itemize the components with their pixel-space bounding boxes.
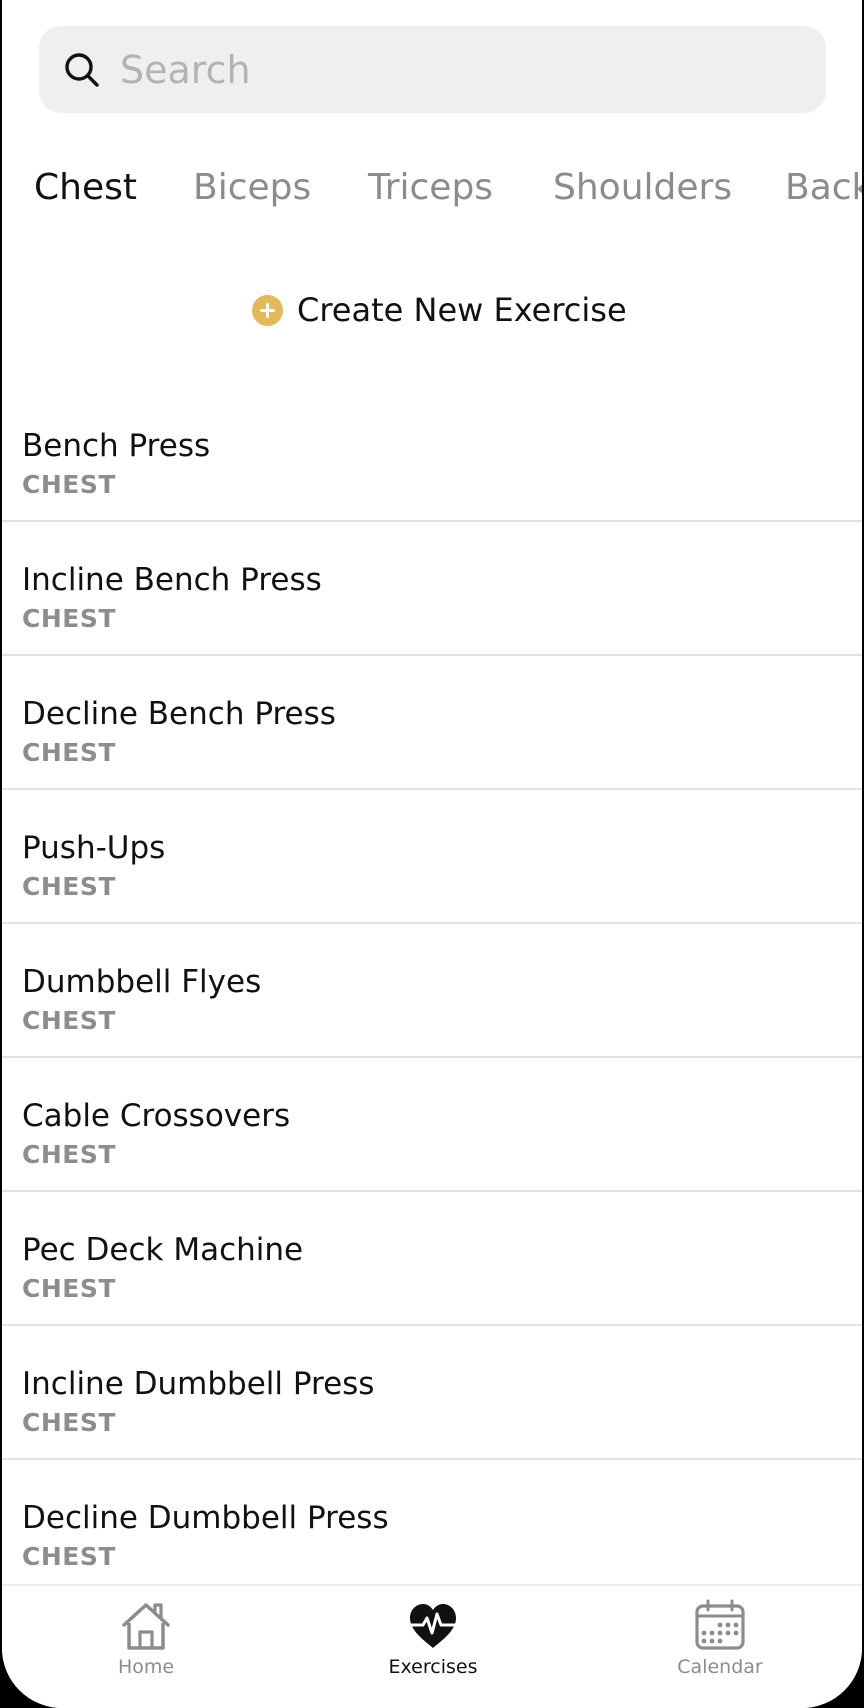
list-item[interactable]: Decline Dumbbell Press CHEST — [2, 1460, 862, 1594]
list-item[interactable]: Incline Bench Press CHEST — [2, 522, 862, 656]
exercise-category: CHEST — [22, 1006, 116, 1035]
tab-back[interactable]: Back — [785, 160, 862, 216]
exercise-list: Bench Press CHEST Incline Bench Press CH… — [2, 388, 862, 1594]
bottom-tab-bar: Home Exercises Calendar — [2, 1584, 862, 1708]
exercise-category: CHEST — [22, 1274, 116, 1303]
list-item[interactable]: Incline Dumbbell Press CHEST — [2, 1326, 862, 1460]
exercise-name: Decline Dumbbell Press — [22, 1500, 389, 1536]
exercise-category: CHEST — [22, 738, 116, 767]
exercise-name: Decline Bench Press — [22, 696, 336, 732]
nav-calendar-label: Calendar — [677, 1656, 763, 1678]
create-new-exercise-button[interactable]: Create New Exercise — [252, 286, 627, 334]
exercise-category: CHEST — [22, 1542, 116, 1571]
search-bar[interactable] — [39, 26, 826, 113]
home-icon — [122, 1603, 170, 1650]
tab-triceps[interactable]: Triceps — [368, 160, 493, 216]
nav-home[interactable]: Home — [76, 1598, 216, 1678]
list-item[interactable]: Push-Ups CHEST — [2, 790, 862, 924]
app-screen: Chest Biceps Triceps Shoulders Back Crea… — [2, 0, 862, 1708]
list-item[interactable]: Pec Deck Machine CHEST — [2, 1192, 862, 1326]
tab-chest[interactable]: Chest — [34, 160, 137, 216]
plus-circle-icon — [252, 294, 283, 326]
heart-pulse-icon — [406, 1604, 460, 1648]
category-tabs: Chest Biceps Triceps Shoulders Back — [2, 160, 862, 216]
exercise-name: Incline Bench Press — [22, 562, 322, 598]
exercise-name: Pec Deck Machine — [22, 1232, 304, 1268]
tab-biceps[interactable]: Biceps — [193, 160, 311, 216]
nav-exercises-label: Exercises — [388, 1656, 478, 1678]
exercise-category: CHEST — [22, 1140, 116, 1169]
exercise-category: CHEST — [22, 470, 116, 499]
nav-exercises[interactable]: Exercises — [363, 1598, 503, 1678]
exercise-category: CHEST — [22, 872, 116, 901]
list-item[interactable]: Dumbbell Flyes CHEST — [2, 924, 862, 1058]
exercise-name: Incline Dumbbell Press — [22, 1366, 375, 1402]
tab-shoulders[interactable]: Shoulders — [553, 160, 732, 216]
exercise-name: Dumbbell Flyes — [22, 964, 262, 1000]
exercise-name: Cable Crossovers — [22, 1098, 291, 1134]
exercise-category: CHEST — [22, 1408, 116, 1437]
search-input[interactable] — [120, 26, 800, 113]
nav-home-label: Home — [117, 1656, 175, 1678]
list-item[interactable]: Cable Crossovers CHEST — [2, 1058, 862, 1192]
search-icon — [65, 53, 99, 87]
list-item[interactable]: Decline Bench Press CHEST — [2, 656, 862, 790]
calendar-icon — [695, 1599, 745, 1650]
create-new-exercise-label: Create New Exercise — [297, 291, 627, 329]
exercise-name: Bench Press — [22, 428, 211, 464]
nav-calendar[interactable]: Calendar — [650, 1598, 790, 1678]
list-item[interactable]: Bench Press CHEST — [2, 388, 862, 522]
exercise-name: Push-Ups — [22, 830, 166, 866]
exercise-category: CHEST — [22, 604, 116, 633]
